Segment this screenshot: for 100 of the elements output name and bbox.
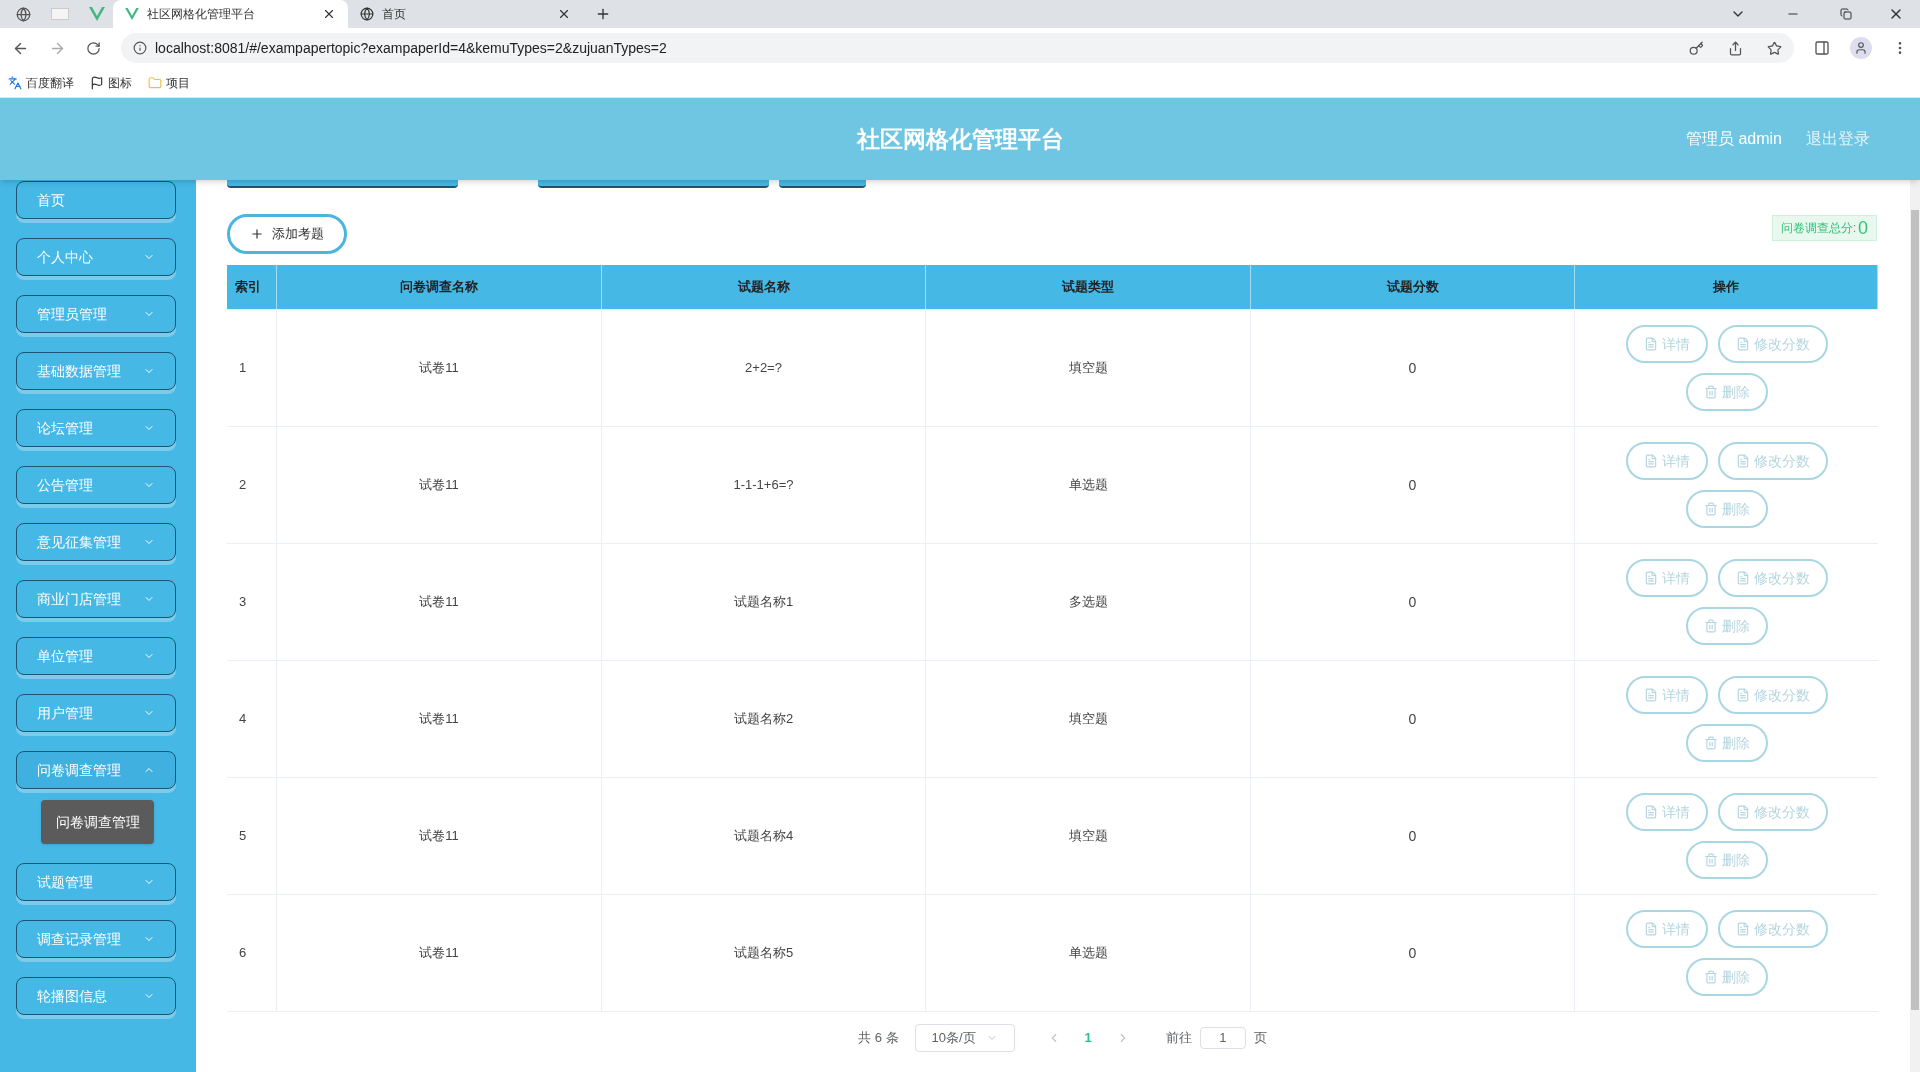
table-cell: 0 (1251, 427, 1575, 543)
table-cell: 0 (1251, 544, 1575, 660)
share-icon[interactable] (1728, 40, 1743, 56)
details-button[interactable]: 详情 (1625, 442, 1708, 480)
table-cell: 1-1-1+6=? (602, 427, 926, 543)
details-button[interactable]: 详情 (1625, 910, 1708, 948)
document-icon (1643, 805, 1658, 819)
table-cell: 试卷11 (277, 310, 602, 426)
submenu-item[interactable]: 问卷调查管理 (41, 800, 154, 844)
document-icon (1643, 454, 1658, 468)
edit-score-button[interactable]: 修改分数 (1717, 676, 1828, 714)
table-cell: 5 (227, 778, 277, 894)
table-cell: 2 (227, 427, 277, 543)
table-cell: 多选题 (926, 544, 1251, 660)
page-input[interactable]: 1 (1199, 1027, 1246, 1049)
flag-icon (90, 75, 104, 90)
table-cell: 0 (1251, 895, 1575, 1011)
close-icon[interactable] (557, 7, 571, 21)
page-size-select[interactable]: 10条/页 (914, 1024, 1015, 1052)
document-icon (1643, 571, 1658, 585)
search-button[interactable] (779, 180, 866, 188)
table-cell: 试卷11 (277, 544, 602, 660)
side-panel-icon[interactable] (1814, 40, 1830, 56)
delete-button[interactable]: 删除 (1685, 724, 1768, 762)
delete-button[interactable]: 删除 (1685, 958, 1768, 996)
browser-tab[interactable]: 社区网格化管理平台 (113, 0, 348, 28)
table-cell: 0 (1251, 310, 1575, 426)
column-header: 索引 (227, 265, 277, 309)
address-field[interactable]: localhost:8081/#/exampapertopic?exampaperId=4&kemuTypes=2&zujuanTypes=2 (121, 33, 1794, 63)
trash-icon (1703, 502, 1718, 516)
table-cell: 6 (227, 895, 277, 1011)
table-cell: 2+2=? (602, 310, 926, 426)
table-cell: 试卷11 (277, 661, 602, 777)
total-count: 共 6 条 (858, 1029, 899, 1048)
logout-link[interactable]: 退出登录 (1806, 127, 1870, 151)
app-title: 社区网格化管理平台 (856, 124, 1064, 154)
table-cell: 4 (227, 661, 277, 777)
url-text: localhost:8081/#/exampapertopic?exampaperId=4&kemuTypes=2&zujuanTypes=2 (155, 38, 668, 58)
profile-avatar[interactable] (1850, 37, 1872, 59)
close-icon[interactable] (322, 7, 336, 21)
browser-tab[interactable]: 首页 (348, 0, 583, 28)
document-icon (1735, 805, 1750, 819)
table-cell: 0 (1251, 778, 1575, 894)
table-cell: 试卷11 (277, 895, 602, 1011)
table-cell: 填空题 (926, 310, 1251, 426)
page-suffix-label: 页 (1253, 1029, 1267, 1048)
table-cell: 试题名称5 (602, 895, 926, 1011)
bookmark-link[interactable]: 图标 (90, 73, 132, 92)
globe-icon (360, 7, 374, 21)
edit-score-button[interactable]: 修改分数 (1717, 793, 1828, 831)
trash-icon (1703, 970, 1718, 984)
goto-label: 前往 (1165, 1029, 1192, 1048)
star-icon[interactable] (1767, 40, 1782, 56)
edit-score-button[interactable]: 修改分数 (1717, 325, 1828, 363)
delete-button[interactable]: 删除 (1685, 841, 1768, 879)
bookmark-link[interactable]: 项目 (148, 73, 190, 92)
delete-button[interactable]: 删除 (1685, 373, 1768, 411)
column-header: 试题分数 (1251, 265, 1575, 309)
new-tab-icon[interactable] (595, 6, 611, 22)
details-button[interactable]: 详情 (1625, 559, 1708, 597)
details-button[interactable]: 详情 (1625, 676, 1708, 714)
search-field[interactable] (227, 180, 458, 188)
document-icon (1735, 688, 1750, 702)
total-score-badge: 问卷调查总分:0 (1771, 215, 1877, 241)
info-icon (133, 41, 147, 55)
search-field[interactable] (538, 180, 769, 188)
trash-icon (1703, 619, 1718, 633)
details-button[interactable]: 详情 (1625, 325, 1708, 363)
details-button[interactable]: 详情 (1625, 793, 1708, 831)
globe-icon[interactable] (16, 7, 31, 22)
table-cell: 试卷11 (277, 427, 602, 543)
table-cell: 0 (1251, 661, 1575, 777)
document-icon (1735, 337, 1750, 351)
bookmark-link[interactable]: 百度翻译 (8, 73, 74, 92)
document-icon (1735, 454, 1750, 468)
column-header: 问卷调查名称 (277, 265, 602, 309)
delete-button[interactable]: 删除 (1685, 607, 1768, 645)
trash-icon (1703, 736, 1718, 750)
column-header: 试题类型 (926, 265, 1251, 309)
page-number[interactable]: 1 (1076, 1028, 1100, 1048)
table-cell: 单选题 (926, 427, 1251, 543)
reload-icon[interactable] (86, 40, 101, 56)
document-icon (1643, 922, 1658, 936)
edit-score-button[interactable]: 修改分数 (1717, 442, 1828, 480)
table-cell: 单选题 (926, 895, 1251, 1011)
key-icon[interactable] (1689, 40, 1704, 56)
add-question-button[interactable]: 添加考题 (227, 214, 347, 254)
table-cell: 试题名称4 (602, 778, 926, 894)
document-icon (1643, 688, 1658, 702)
edit-score-button[interactable]: 修改分数 (1717, 910, 1828, 948)
column-header: 操作 (1575, 265, 1878, 309)
delete-button[interactable]: 删除 (1685, 490, 1768, 528)
user-label: 管理员 admin (1685, 129, 1782, 149)
document-icon (1643, 337, 1658, 351)
plus-icon (250, 227, 264, 241)
table-cell: 填空题 (926, 778, 1251, 894)
restore-icon[interactable] (1840, 8, 1852, 20)
column-header: 试题名称 (602, 265, 926, 309)
table-cell: 试题名称2 (602, 661, 926, 777)
edit-score-button[interactable]: 修改分数 (1717, 559, 1828, 597)
